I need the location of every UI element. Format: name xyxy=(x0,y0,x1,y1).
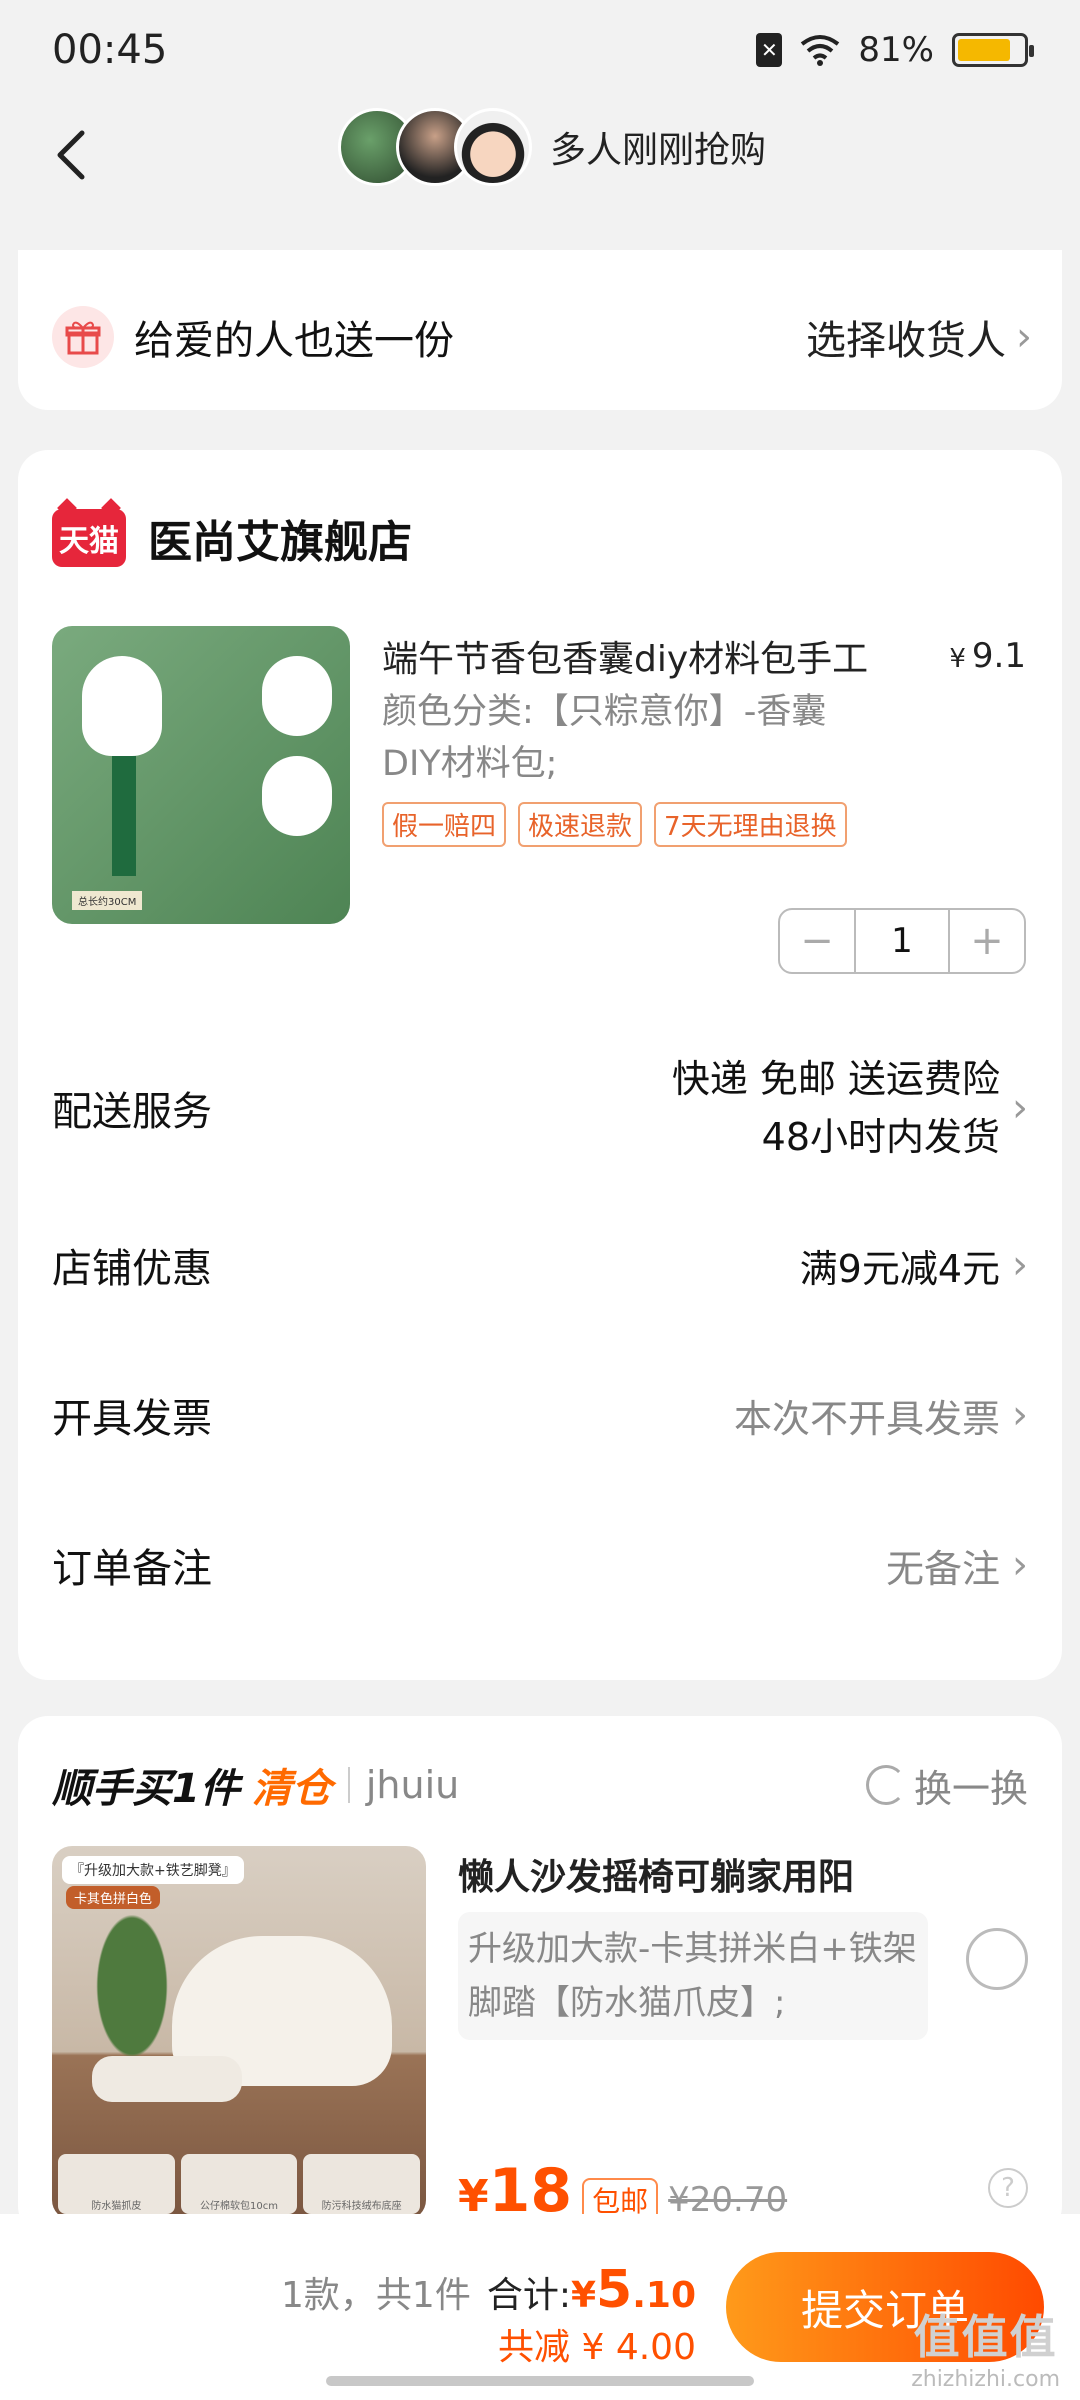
ottoman-graphic xyxy=(92,2056,242,2102)
gift-icon xyxy=(52,306,114,368)
service-tags: 假一赔四 极速退款 7天无理由退换 xyxy=(382,802,847,847)
watermark-url: zhizhizhi.com xyxy=(911,2367,1060,2392)
shipping-label: 配送服务 xyxy=(52,1089,212,1135)
quantity-value[interactable]: 1 xyxy=(854,910,950,972)
order-summary: 1款，共1件 合计: ¥5.10 xyxy=(281,2260,696,2320)
chevron-right-icon: › xyxy=(1016,314,1032,360)
nav-title: 多人刚刚抢购 xyxy=(550,130,767,171)
currency-symbol: ¥ xyxy=(949,644,966,674)
back-arrow-icon[interactable] xyxy=(40,125,100,185)
checkout-bar: 1款，共1件 合计: ¥5.10 共减 ¥ 4.00 提交订单 值值值 zhiz… xyxy=(0,2214,1080,2400)
image-banner: 『升级加大款+铁艺脚凳』 xyxy=(62,1856,244,1884)
product-spec[interactable]: 颜色分类:【只粽意你】-香囊 DIY材料包; xyxy=(382,686,942,790)
shop-discount-row[interactable]: 店铺优惠 满9元减4元 › xyxy=(52,1236,1028,1294)
increment-button[interactable]: + xyxy=(950,910,1024,972)
shipping-value: 快递 免邮 送运费险 48小时内发货 xyxy=(672,1050,1000,1166)
watermark-logo: 值值值 xyxy=(913,2310,1058,2364)
swatch-label: 公仔棉软包10cm xyxy=(180,2154,298,2214)
battery-fill xyxy=(958,39,1010,61)
refresh-label: 换一换 xyxy=(913,1766,1028,1811)
item-count: 1款，共1件 xyxy=(281,2275,471,2316)
invoice-label: 开具发票 xyxy=(52,1396,212,1442)
discount-value: 满9元减4元 xyxy=(799,1246,1000,1291)
order-note-row[interactable]: 订单备注 无备注 › xyxy=(52,1536,1028,1594)
total-label: 合计: xyxy=(486,2275,571,2316)
clearance-label: 清仓 xyxy=(251,1766,332,1812)
select-recipient-link[interactable]: 选择收货人 › xyxy=(806,308,1032,366)
image-caption: 总长约30CM xyxy=(72,891,143,910)
quantity-stepper: − 1 + xyxy=(778,908,1026,974)
shipping-row[interactable]: 配送服务 快递 免邮 送运费险 48小时内发货 › xyxy=(52,1050,1028,1166)
total-decimal: .10 xyxy=(632,2275,696,2316)
battery-icon xyxy=(952,33,1034,67)
swatch-label: 防水猫抓皮 xyxy=(58,2154,175,2214)
addon-title: 顺手买1件 xyxy=(52,1766,240,1812)
shipping-line: 快递 免邮 送运费险 xyxy=(671,1057,1000,1101)
product-title[interactable]: 端午节香包香囊diy材料包手工 xyxy=(382,630,942,682)
chevron-right-icon: › xyxy=(1012,1242,1028,1288)
no-sim-icon: ✕ xyxy=(756,33,783,67)
addon-product-image[interactable]: 『升级加大款+铁艺脚凳』 卡其色拼白色 防水猫抓皮 公仔棉软包10cm 防污科技… xyxy=(52,1846,426,2220)
addon-product-spec[interactable]: 升级加大款-卡其拼米白+铁架脚踏【防水猫爪皮】; xyxy=(458,1912,928,2040)
tassel-graphic xyxy=(112,756,136,876)
tmall-logo: 天猫 xyxy=(52,509,126,567)
addon-user: jhuiu xyxy=(365,1763,460,1807)
note-label: 订单备注 xyxy=(52,1546,212,1592)
currency-symbol: ¥ xyxy=(570,2275,597,2316)
service-tag: 7天无理由退换 xyxy=(654,802,847,847)
discount-label: 店铺优惠 xyxy=(52,1246,212,1292)
addon-card: 顺手买1件 清仓 jhuiu 换一换 『升级加大款+铁艺脚凳』 卡其色拼白色 防… xyxy=(18,1716,1062,2236)
order-card: 天猫 医尚艾旗舰店 总长约30CM 端午节香包香囊diy材料包手工 ¥9.1 颜… xyxy=(18,450,1062,1680)
rabbit-graphic xyxy=(262,656,332,736)
price-value: 9.1 xyxy=(971,636,1026,676)
addon-select-radio[interactable] xyxy=(966,1928,1028,1990)
refresh-icon xyxy=(865,1765,906,1805)
spec-line: DIY材料包; xyxy=(382,744,558,784)
battery-percent: 81% xyxy=(858,30,934,70)
chevron-right-icon: › xyxy=(1012,1085,1028,1131)
saved-amount: 共减 ¥ 4.00 xyxy=(498,2327,696,2368)
decrement-button[interactable]: − xyxy=(780,910,854,972)
status-icons: ✕ 81% xyxy=(756,30,1034,70)
total-integer: 5 xyxy=(596,2260,633,2320)
addon-header: 顺手买1件 清仓 jhuiu 换一换 xyxy=(52,1756,1028,1814)
chevron-right-icon: › xyxy=(1012,1392,1028,1438)
home-indicator xyxy=(326,2376,754,2386)
addon-product-title[interactable]: 懒人沙发摇椅可躺家用阳 xyxy=(458,1848,854,1900)
invoice-value: 本次不开具发票 xyxy=(733,1396,1000,1441)
sachet-graphic xyxy=(82,656,162,756)
service-tag: 假一赔四 xyxy=(382,802,507,847)
status-time: 00:45 xyxy=(52,27,168,73)
chevron-right-icon: › xyxy=(1012,1542,1028,1588)
divider xyxy=(347,1767,350,1803)
spec-line: 颜色分类:【只粽意你】-香囊 xyxy=(382,692,827,732)
product-image[interactable]: 总长约30CM xyxy=(52,626,350,924)
product-price: ¥9.1 xyxy=(949,636,1026,676)
status-bar: 00:45 ✕ 81% xyxy=(0,0,1080,100)
shipping-line: 48小时内发货 xyxy=(761,1115,1000,1159)
total-amount: ¥5.10 xyxy=(571,2260,696,2320)
swatch-label: 防污科技绒布底座 xyxy=(303,2154,421,2214)
note-value: 无备注 xyxy=(885,1546,1000,1591)
help-icon[interactable]: ? xyxy=(988,2168,1028,2208)
wifi-icon xyxy=(801,35,840,66)
buyer-avatar xyxy=(454,108,532,186)
shop-header[interactable]: 天猫 医尚艾旗舰店 xyxy=(52,506,412,570)
gift-text: 给爱的人也送一份 xyxy=(134,318,454,364)
service-tag: 极速退款 xyxy=(518,802,643,847)
buyers-strip: 多人刚刚抢购 xyxy=(338,108,766,186)
shop-name[interactable]: 医尚艾旗舰店 xyxy=(148,506,412,570)
rabbit-graphic xyxy=(262,756,332,836)
top-nav: 多人刚刚抢购 xyxy=(0,100,1080,210)
invoice-row[interactable]: 开具发票 本次不开具发票 › xyxy=(52,1386,1028,1444)
gift-card[interactable]: 给爱的人也送一份 选择收货人 › xyxy=(18,250,1062,410)
material-swatches: 防水猫抓皮 公仔棉软包10cm 防污科技绒布底座 xyxy=(58,2154,421,2214)
select-recipient-label: 选择收货人 xyxy=(806,318,1006,364)
refresh-button[interactable]: 换一换 xyxy=(865,1758,1028,1813)
watermark: 值值值 zhizhizhi.com xyxy=(911,2301,1060,2392)
